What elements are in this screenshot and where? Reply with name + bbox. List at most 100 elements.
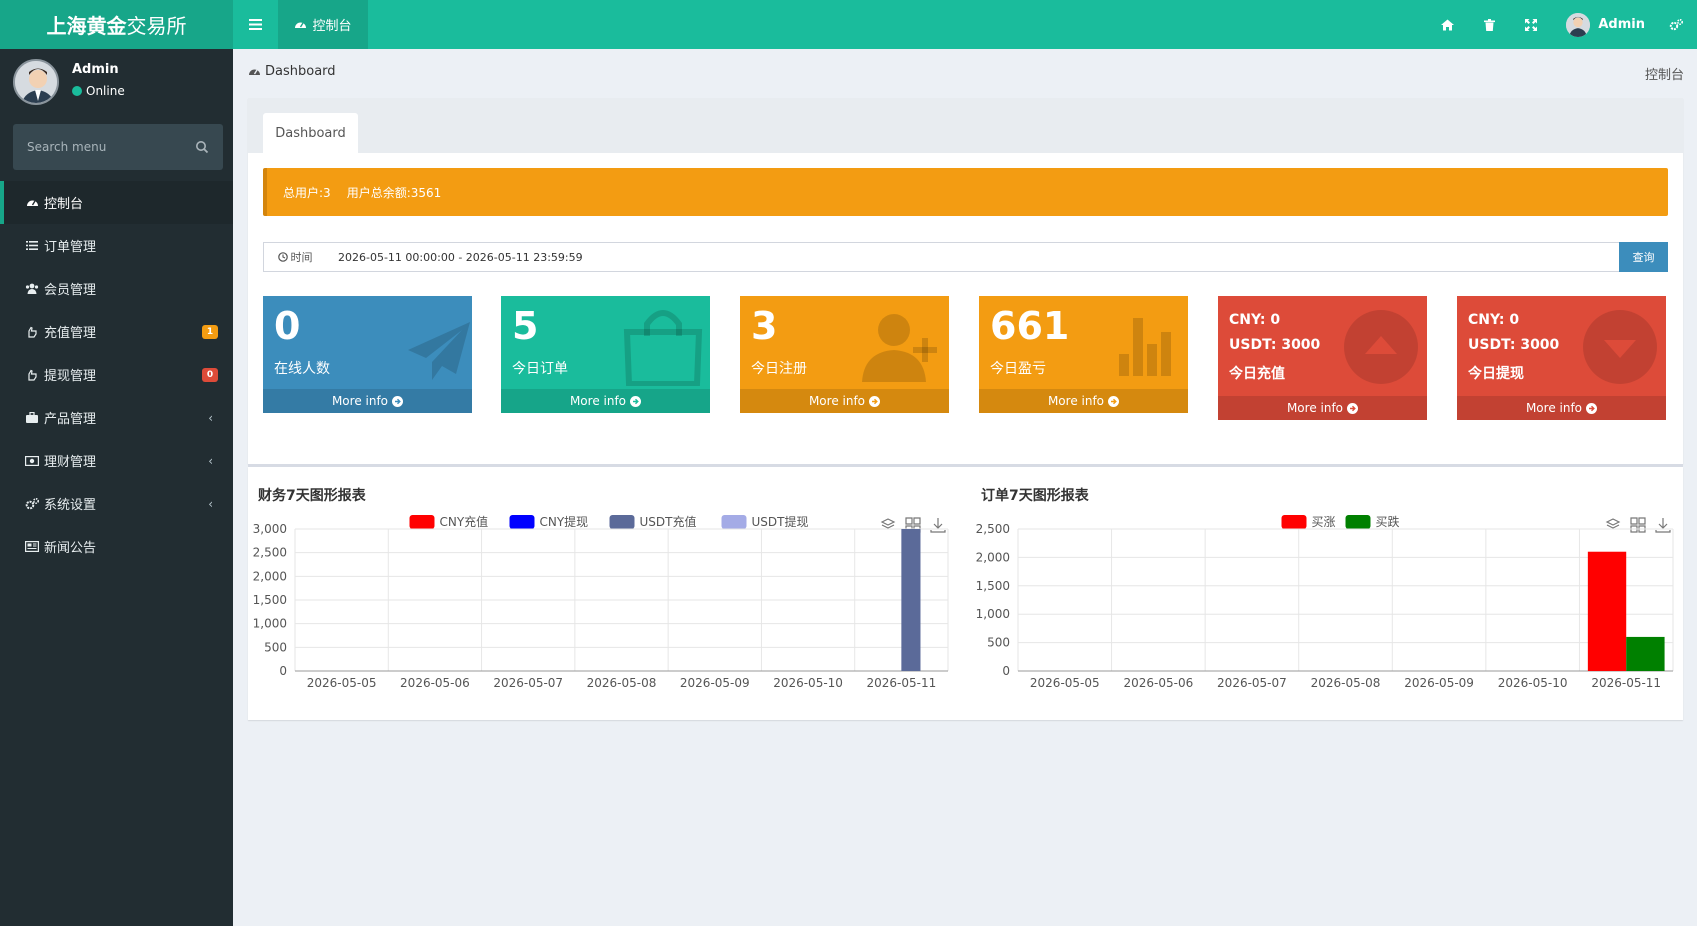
sidebar-item-label: 理财管理 [44, 455, 97, 470]
query-button[interactable]: 查询 [1619, 242, 1668, 272]
admin-menu[interactable]: Admin [1552, 12, 1655, 37]
y-tick-label: 2,500 [976, 522, 1010, 536]
x-tick-label: 2026-05-07 [493, 676, 563, 690]
admin-name: Admin [1598, 17, 1645, 32]
sidebar-item-label: 控制台 [44, 197, 84, 212]
clear-cache-button[interactable] [1468, 0, 1510, 49]
sidebar-item-withdraw[interactable]: 提现管理 0 [0, 353, 233, 396]
legend-swatch[interactable] [509, 515, 535, 529]
more-info-link[interactable]: More info [1457, 396, 1666, 420]
sidebar-item-label: 会员管理 [44, 283, 97, 298]
legend-swatch[interactable] [1345, 515, 1371, 529]
sidebar-item-news[interactable]: 新闻公告 [0, 525, 233, 568]
y-tick-label: 1,500 [253, 593, 287, 607]
sidebar-item-products[interactable]: 产品管理 ‹ [0, 396, 233, 439]
more-info-link[interactable]: More info [263, 389, 472, 413]
legend-label[interactable]: 买涨 [1312, 514, 1336, 529]
sidebar-item-members[interactable]: 会员管理 [0, 267, 233, 310]
card-label: 今日盈亏 [990, 361, 1046, 377]
card-online-users: 0 在线人数 More info [263, 296, 472, 413]
card-label: 今日充值 [1229, 366, 1285, 382]
breadcrumb-current[interactable]: 控制台 [1645, 64, 1684, 83]
dashboard-panel: Dashboard 总用户:3 用户总余额:3561 时间 查询 0 在线人数 … [248, 98, 1683, 464]
bar-买跌[interactable] [1626, 636, 1665, 671]
bar-USDT充值[interactable] [901, 529, 921, 671]
y-tick-label: 500 [987, 636, 1010, 650]
legend-swatch[interactable] [409, 515, 435, 529]
more-info-link[interactable]: More info [740, 389, 949, 413]
cogs-icon [24, 497, 40, 511]
summary-alert: 总用户:3 用户总余额:3561 [263, 168, 1668, 216]
layers-icon[interactable] [880, 518, 896, 529]
list-icon [24, 239, 40, 253]
nav-tab-label: 控制台 [312, 19, 352, 34]
download-icon[interactable] [930, 518, 946, 533]
logo-title-bold: 上海黄金 [46, 14, 127, 38]
legend-label[interactable]: 买跌 [1376, 514, 1400, 529]
sidebar-item-finance[interactable]: 理财管理 ‹ [0, 439, 233, 482]
legend-label[interactable]: CNY提现 [540, 514, 589, 529]
arrow-circle-right-icon [1108, 395, 1120, 407]
paper-plane-icon [408, 322, 470, 380]
legend-swatch[interactable] [609, 515, 635, 529]
nav-tab-dashboard[interactable]: 控制台 [278, 0, 368, 49]
app-logo[interactable]: 上海黄金 交易所 [0, 0, 233, 49]
legend-swatch[interactable] [1281, 515, 1307, 529]
home-button[interactable] [1426, 0, 1468, 49]
tab-dashboard[interactable]: Dashboard [263, 113, 358, 153]
y-tick-label: 0 [279, 664, 287, 678]
header-avatar [1566, 12, 1591, 37]
grid-icon[interactable] [1630, 517, 1646, 533]
fullscreen-button[interactable] [1510, 0, 1552, 49]
briefcase-icon [24, 411, 40, 425]
layers-icon[interactable] [1605, 518, 1621, 529]
chevron-left-icon: ‹ [208, 454, 213, 468]
user-panel: Admin Online [0, 49, 233, 119]
chevron-left-icon: ‹ [208, 497, 213, 511]
card-value: 3 [751, 304, 778, 348]
money-icon [24, 454, 40, 468]
more-info-link[interactable]: More info [501, 389, 710, 413]
more-info-label: More info [1047, 394, 1105, 408]
sidebar-item-orders[interactable]: 订单管理 [0, 224, 233, 267]
bar-买涨[interactable] [1587, 551, 1627, 671]
card-today-withdraw: CNY: 0 USDT: 3000 今日提现 More info [1457, 296, 1666, 420]
sidebar-search [13, 124, 223, 170]
search-icon[interactable] [195, 140, 209, 154]
arrow-circle-right-icon [630, 395, 642, 407]
y-tick-label: 3,000 [253, 522, 287, 536]
online-dot-icon [72, 86, 82, 96]
more-info-link[interactable]: More info [979, 389, 1188, 413]
sidebar-item-settings[interactable]: 系统设置 ‹ [0, 482, 233, 525]
sidebar-item-label: 新闻公告 [44, 541, 97, 556]
top-navbar: 控制台 Admin [233, 0, 1697, 49]
hand-icon [24, 368, 40, 382]
card-today-orders: 5 今日订单 More info [501, 296, 710, 413]
sidebar-item-recharge[interactable]: 充值管理 1 [0, 310, 233, 353]
download-icon[interactable] [1655, 518, 1671, 533]
dashboard-icon [295, 22, 307, 28]
card-label: 今日订单 [512, 361, 568, 377]
legend-label[interactable]: USDT充值 [640, 514, 697, 529]
sidebar-item-label: 产品管理 [44, 412, 97, 427]
control-sidebar-button[interactable] [1655, 0, 1697, 49]
avatar-icon [1566, 12, 1591, 37]
sidebar-item-dashboard[interactable]: 控制台 [0, 181, 233, 224]
user-plus-icon [862, 314, 937, 382]
x-tick-label: 2026-05-08 [587, 676, 657, 690]
card-label: 在线人数 [274, 361, 330, 377]
card-cny: CNY: 0 [1468, 312, 1520, 328]
y-tick-label: 2,500 [253, 546, 287, 560]
more-info-link[interactable]: More info [1218, 396, 1427, 420]
legend-label[interactable]: CNY充值 [440, 514, 489, 529]
legend-swatch[interactable] [721, 515, 747, 529]
legend-label[interactable]: USDT提现 [752, 514, 809, 529]
newspaper-icon [24, 540, 40, 554]
arrow-circle-right-icon [869, 395, 881, 407]
card-cny: CNY: 0 [1229, 312, 1281, 328]
panel-tab-bar: Dashboard [248, 98, 1683, 153]
search-input[interactable] [13, 124, 188, 170]
date-range-input[interactable] [326, 242, 1620, 272]
sidebar-toggle-button[interactable] [233, 0, 278, 49]
app-root: 上海黄金交易所 Admin Online 控制台 订单管理 会员管理 [0, 0, 1697, 926]
